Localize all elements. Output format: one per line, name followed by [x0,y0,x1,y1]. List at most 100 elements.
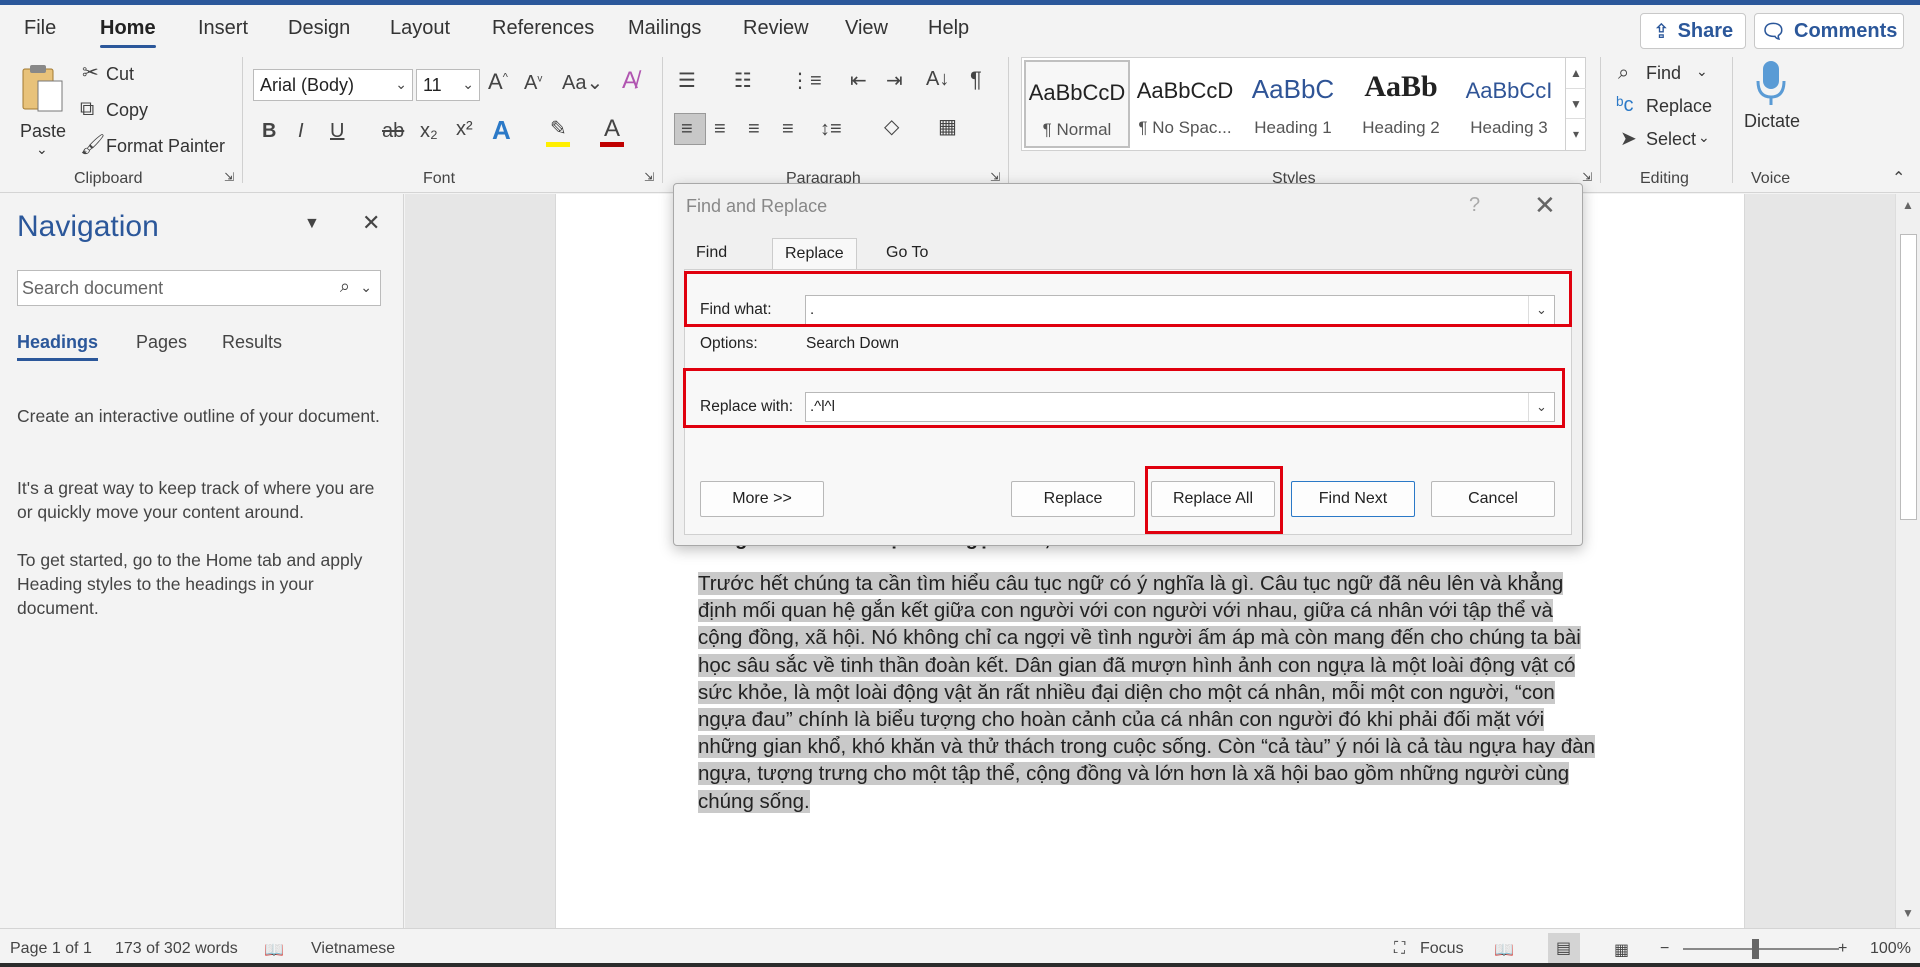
borders-icon[interactable]: ▦ [938,117,957,137]
nav-tab-pages[interactable]: Pages [136,332,187,353]
close-icon[interactable]: ✕ [362,212,380,234]
web-layout-icon[interactable]: ▦ [1614,940,1629,960]
font-name-combo[interactable]: Arial (Body) ⌄ [253,69,413,101]
dialog-tab-goto[interactable]: Go To [874,238,940,270]
style-normal[interactable]: AaBbCcD ¶ Normal [1024,60,1130,148]
font-color-icon[interactable]: A [604,117,620,141]
tab-view[interactable]: View [845,17,888,40]
underline-icon[interactable]: U [330,121,344,141]
chevron-down-icon[interactable]: ⌄ [1528,296,1554,324]
tab-review[interactable]: Review [743,17,809,40]
chevron-down-icon[interactable]: ⌄ [1698,129,1710,146]
tab-references[interactable]: References [492,17,594,40]
dialog-launcher-icon[interactable]: ⇲ [644,171,654,183]
tab-mailings[interactable]: Mailings [628,17,701,40]
styles-scroll[interactable]: ▲ ▼ ▾ [1565,58,1586,150]
chevron-down-icon[interactable]: ▼ [1566,88,1586,118]
share-button[interactable]: ⇪ Share [1640,13,1746,49]
chevron-down-icon[interactable]: ⌄ [360,279,372,296]
microphone-icon[interactable] [1754,59,1788,107]
pane-options-icon[interactable]: ▼ [304,216,320,232]
chevron-up-icon[interactable]: ▲ [1566,58,1586,88]
paste-button[interactable]: Paste ⌄ [14,61,72,161]
align-right-icon[interactable]: ≡ [748,119,760,139]
tab-help[interactable]: Help [928,17,969,40]
read-mode-icon[interactable]: 📖 [1494,940,1514,960]
search-icon[interactable]: ⌕ [340,276,350,297]
bold-icon[interactable]: B [262,121,276,141]
replace-button[interactable]: Replace [1011,481,1135,517]
scroll-thumb[interactable] [1900,234,1917,520]
font-size-combo[interactable]: 11 ⌄ [416,69,480,101]
dialog-launcher-icon[interactable]: ⇲ [990,171,1000,183]
dictate-button[interactable]: Dictate [1744,111,1800,132]
format-painter-button[interactable]: Format Painter [106,136,225,157]
more-styles-icon[interactable]: ▾ [1566,118,1586,148]
focus-button[interactable]: Focus [1420,940,1464,958]
collapse-ribbon-icon[interactable]: ⌃ [1892,171,1905,187]
grow-font-icon[interactable]: A^ [488,71,508,93]
nav-tab-results[interactable]: Results [222,332,282,353]
tab-home[interactable]: Home [100,17,156,48]
language[interactable]: Vietnamese [311,940,395,958]
page-count[interactable]: Page 1 of 1 [10,940,92,958]
subscript-icon[interactable]: x₂ [420,121,438,141]
change-case-icon[interactable]: Aa⌄ [562,73,603,93]
increase-indent-icon[interactable]: ⇥ [886,71,903,91]
numbering-icon[interactable]: ☷ [734,71,752,91]
italic-icon[interactable]: I [298,121,304,141]
style-heading-1[interactable]: AaBbC Heading 1 [1240,60,1346,148]
decrease-indent-icon[interactable]: ⇤ [850,71,867,91]
sort-icon[interactable]: A↓ [926,69,949,89]
find-what-input[interactable]: . ⌄ [805,295,1555,325]
strikethrough-icon[interactable]: ab [382,121,404,141]
text-effects-icon[interactable]: A [492,117,511,143]
search-input[interactable]: Search document ⌕ ⌄ [17,270,381,306]
more-button[interactable]: More >> [700,481,824,517]
help-button[interactable]: ? [1469,194,1480,217]
replace-ribbon-button[interactable]: Replace [1646,96,1712,117]
nav-tab-headings[interactable]: Headings [17,332,99,361]
shading-icon[interactable]: ◇ [884,117,899,137]
proofing-icon[interactable]: 📖 [264,940,284,960]
dialog-launcher-icon[interactable]: ⇲ [1582,171,1592,183]
replace-with-input[interactable]: .^l^l ⌄ [805,392,1555,422]
style-no-spacing[interactable]: AaBbCcD ¶ No Spac... [1132,60,1238,148]
shrink-font-icon[interactable]: Av [524,73,542,93]
style-heading-3[interactable]: AaBbCcI Heading 3 [1456,60,1562,148]
word-count[interactable]: 173 of 302 words [115,940,238,958]
find-button[interactable]: Find [1646,63,1681,84]
tab-file[interactable]: File [24,17,56,40]
close-icon[interactable]: ✕ [1534,190,1556,221]
tab-layout[interactable]: Layout [390,17,450,40]
cancel-button[interactable]: Cancel [1431,481,1555,517]
zoom-slider-thumb[interactable] [1752,939,1759,959]
clear-formatting-icon[interactable]: A̸ [622,69,638,93]
dialog-tab-find[interactable]: Find [684,238,739,270]
bullets-icon[interactable]: ☰ [678,71,696,91]
replace-all-button[interactable]: Replace All [1151,481,1275,517]
tab-design[interactable]: Design [288,17,350,40]
zoom-out-icon[interactable]: − [1660,940,1669,958]
highlighter-icon[interactable]: ✎ [550,119,567,139]
select-button[interactable]: Select [1646,129,1696,150]
justify-icon[interactable]: ≡ [782,119,794,139]
superscript-icon[interactable]: x² [456,119,473,139]
print-layout-button[interactable]: ▤ [1548,933,1580,963]
zoom-level[interactable]: 100% [1870,940,1911,958]
dialog-launcher-icon[interactable]: ⇲ [224,171,234,183]
multilevel-list-icon[interactable]: ⋮≡ [790,71,822,91]
align-left-button[interactable]: ≡ [674,113,706,145]
comments-button[interactable]: 🗨 Comments [1754,13,1904,49]
tab-insert[interactable]: Insert [198,17,248,40]
copy-button[interactable]: Copy [106,100,148,121]
zoom-in-icon[interactable]: + [1838,940,1847,958]
style-heading-2[interactable]: AaBb Heading 2 [1348,60,1454,148]
cut-button[interactable]: Cut [106,64,134,85]
vertical-scrollbar[interactable]: ▲ ▼ [1895,194,1920,928]
chevron-down-icon[interactable]: ⌄ [1528,393,1554,421]
zoom-slider[interactable] [1683,948,1839,950]
chevron-down-icon[interactable]: ⌄ [1696,63,1708,80]
find-next-button[interactable]: Find Next [1291,481,1415,517]
scroll-down-icon[interactable]: ▼ [1902,906,1914,920]
